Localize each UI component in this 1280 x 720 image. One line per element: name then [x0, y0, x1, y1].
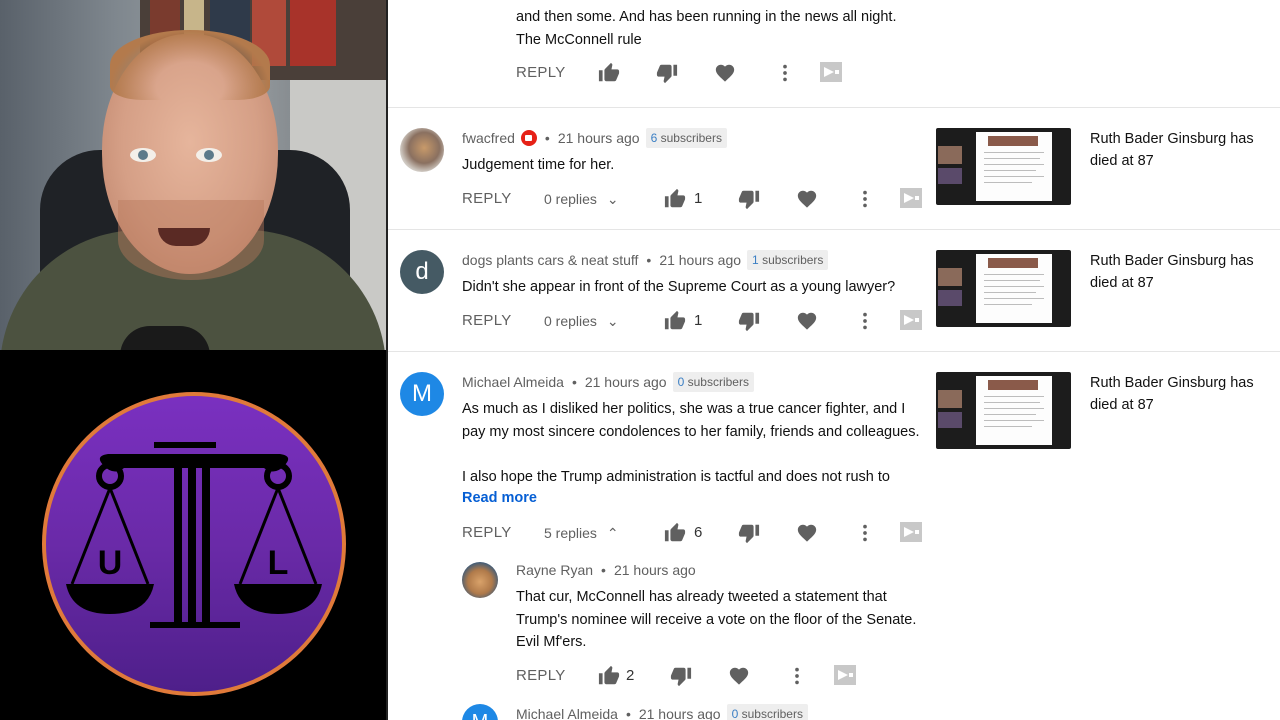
- author-name[interactable]: Rayne Ryan: [516, 562, 593, 578]
- avatar[interactable]: [462, 562, 498, 598]
- youtube-comments-panel: and then some. And has been running in t…: [388, 0, 1280, 720]
- moderator-icon: [520, 130, 537, 146]
- reply-text: and then some. And has been running in t…: [516, 9, 897, 48]
- author-name[interactable]: Michael Almeida: [516, 706, 618, 720]
- like-count: 1: [694, 312, 703, 329]
- comment-meta: dogs plants cars & neat stuff • 21 hours…: [462, 250, 829, 270]
- logo-letter-l: L: [268, 544, 289, 582]
- webcam-feed: [0, 0, 386, 350]
- timestamp[interactable]: 21 hours ago: [614, 562, 696, 578]
- more-options-icon[interactable]: [786, 665, 808, 687]
- like-icon[interactable]: [664, 522, 686, 544]
- comment-meta: Michael Almeida • 21 hours ago 0 subscri…: [462, 372, 754, 392]
- more-options-icon[interactable]: [854, 188, 876, 210]
- author-name[interactable]: fwacfred: [462, 130, 515, 146]
- reply-button[interactable]: REPLY: [462, 524, 512, 541]
- avatar[interactable]: [400, 128, 444, 172]
- timestamp[interactable]: 21 hours ago: [585, 374, 667, 390]
- logo-letter-u: U: [98, 544, 123, 582]
- video-title[interactable]: Ruth Bader Ginsburg has died at 87: [1090, 372, 1270, 416]
- avatar[interactable]: M: [462, 704, 498, 720]
- dislike-icon[interactable]: [670, 665, 692, 687]
- comment-thread: d dogs plants cars & neat stuff • 21 hou…: [388, 229, 1280, 351]
- video-thumbnail[interactable]: [936, 250, 1071, 327]
- like-icon[interactable]: [598, 62, 620, 84]
- comment-meta: fwacfred • 21 hours ago 6 subscribers: [462, 128, 727, 148]
- clip-icon[interactable]: [900, 188, 922, 208]
- comment-thread: fwacfred • 21 hours ago 6 subscribers Ju…: [388, 107, 1280, 229]
- replies-toggle[interactable]: 0 replies ⌄: [544, 191, 619, 208]
- reply-text: That cur, McConnell has already tweeted …: [516, 589, 917, 650]
- author-name[interactable]: dogs plants cars & neat stuff: [462, 252, 638, 268]
- chevron-up-icon: ⌃: [606, 525, 619, 541]
- video-title[interactable]: Ruth Bader Ginsburg has died at 87: [1090, 128, 1270, 172]
- avatar[interactable]: d: [400, 250, 444, 294]
- clip-icon[interactable]: [834, 665, 856, 685]
- heart-icon[interactable]: [796, 188, 818, 210]
- video-thumbnail[interactable]: [936, 128, 1071, 205]
- chevron-down-icon: ⌄: [606, 313, 619, 329]
- like-icon[interactable]: [664, 310, 686, 332]
- subscriber-badge: 1 subscribers: [747, 250, 829, 270]
- like-count: 2: [626, 667, 635, 684]
- scales-of-justice-logo: U L: [42, 392, 346, 696]
- like-count: 6: [694, 524, 703, 541]
- more-options-icon[interactable]: [854, 310, 876, 332]
- reply-button[interactable]: REPLY: [516, 667, 566, 684]
- heart-icon[interactable]: [796, 310, 818, 332]
- like-icon[interactable]: [598, 665, 620, 687]
- chevron-down-icon: ⌄: [606, 191, 619, 207]
- heart-icon[interactable]: [728, 665, 750, 687]
- reply-button[interactable]: REPLY: [462, 190, 512, 207]
- subscriber-badge: 0 subscribers: [726, 704, 808, 720]
- timestamp[interactable]: 21 hours ago: [558, 130, 640, 146]
- comment-text: Judgement time for her.: [462, 157, 615, 173]
- replies-toggle[interactable]: 0 replies ⌄: [544, 313, 619, 330]
- dislike-icon[interactable]: [738, 522, 760, 544]
- reply-button[interactable]: REPLY: [462, 312, 512, 329]
- clip-icon[interactable]: [900, 522, 922, 542]
- comment-thread: M Michael Almeida • 21 hours ago 0 subsc…: [388, 351, 1280, 720]
- dislike-icon[interactable]: [656, 62, 678, 84]
- timestamp[interactable]: 21 hours ago: [639, 706, 721, 720]
- clip-icon[interactable]: [900, 310, 922, 330]
- read-more-link[interactable]: Read more: [462, 490, 537, 506]
- clip-icon[interactable]: [820, 62, 842, 82]
- reply-button[interactable]: REPLY: [516, 64, 566, 81]
- heart-icon[interactable]: [796, 522, 818, 544]
- heart-icon[interactable]: [714, 62, 736, 84]
- replies-toggle[interactable]: 5 replies ⌃: [544, 525, 619, 542]
- more-options-icon[interactable]: [854, 522, 876, 544]
- channel-logo-panel: U L: [0, 350, 386, 720]
- subscriber-badge: 0 subscribers: [672, 372, 754, 392]
- more-options-icon[interactable]: [774, 62, 796, 84]
- video-title[interactable]: Ruth Bader Ginsburg has died at 87: [1090, 250, 1270, 294]
- dislike-icon[interactable]: [738, 188, 760, 210]
- subscriber-badge: 6 subscribers: [645, 128, 727, 148]
- author-name[interactable]: Michael Almeida: [462, 374, 564, 390]
- timestamp[interactable]: 21 hours ago: [659, 252, 741, 268]
- comment-text: Didn't she appear in front of the Suprem…: [462, 279, 896, 295]
- like-icon[interactable]: [664, 188, 686, 210]
- like-count: 1: [694, 190, 703, 207]
- avatar[interactable]: M: [400, 372, 444, 416]
- video-thumbnail[interactable]: [936, 372, 1071, 449]
- dislike-icon[interactable]: [738, 310, 760, 332]
- reply-meta: Rayne Ryan • 21 hours ago: [516, 562, 696, 578]
- comment-text: As much as I disliked her politics, she …: [462, 401, 920, 485]
- reply-meta: Michael Almeida • 21 hours ago 0 subscri…: [516, 704, 808, 720]
- video-frame: U L and then some. And has been running …: [0, 0, 1280, 720]
